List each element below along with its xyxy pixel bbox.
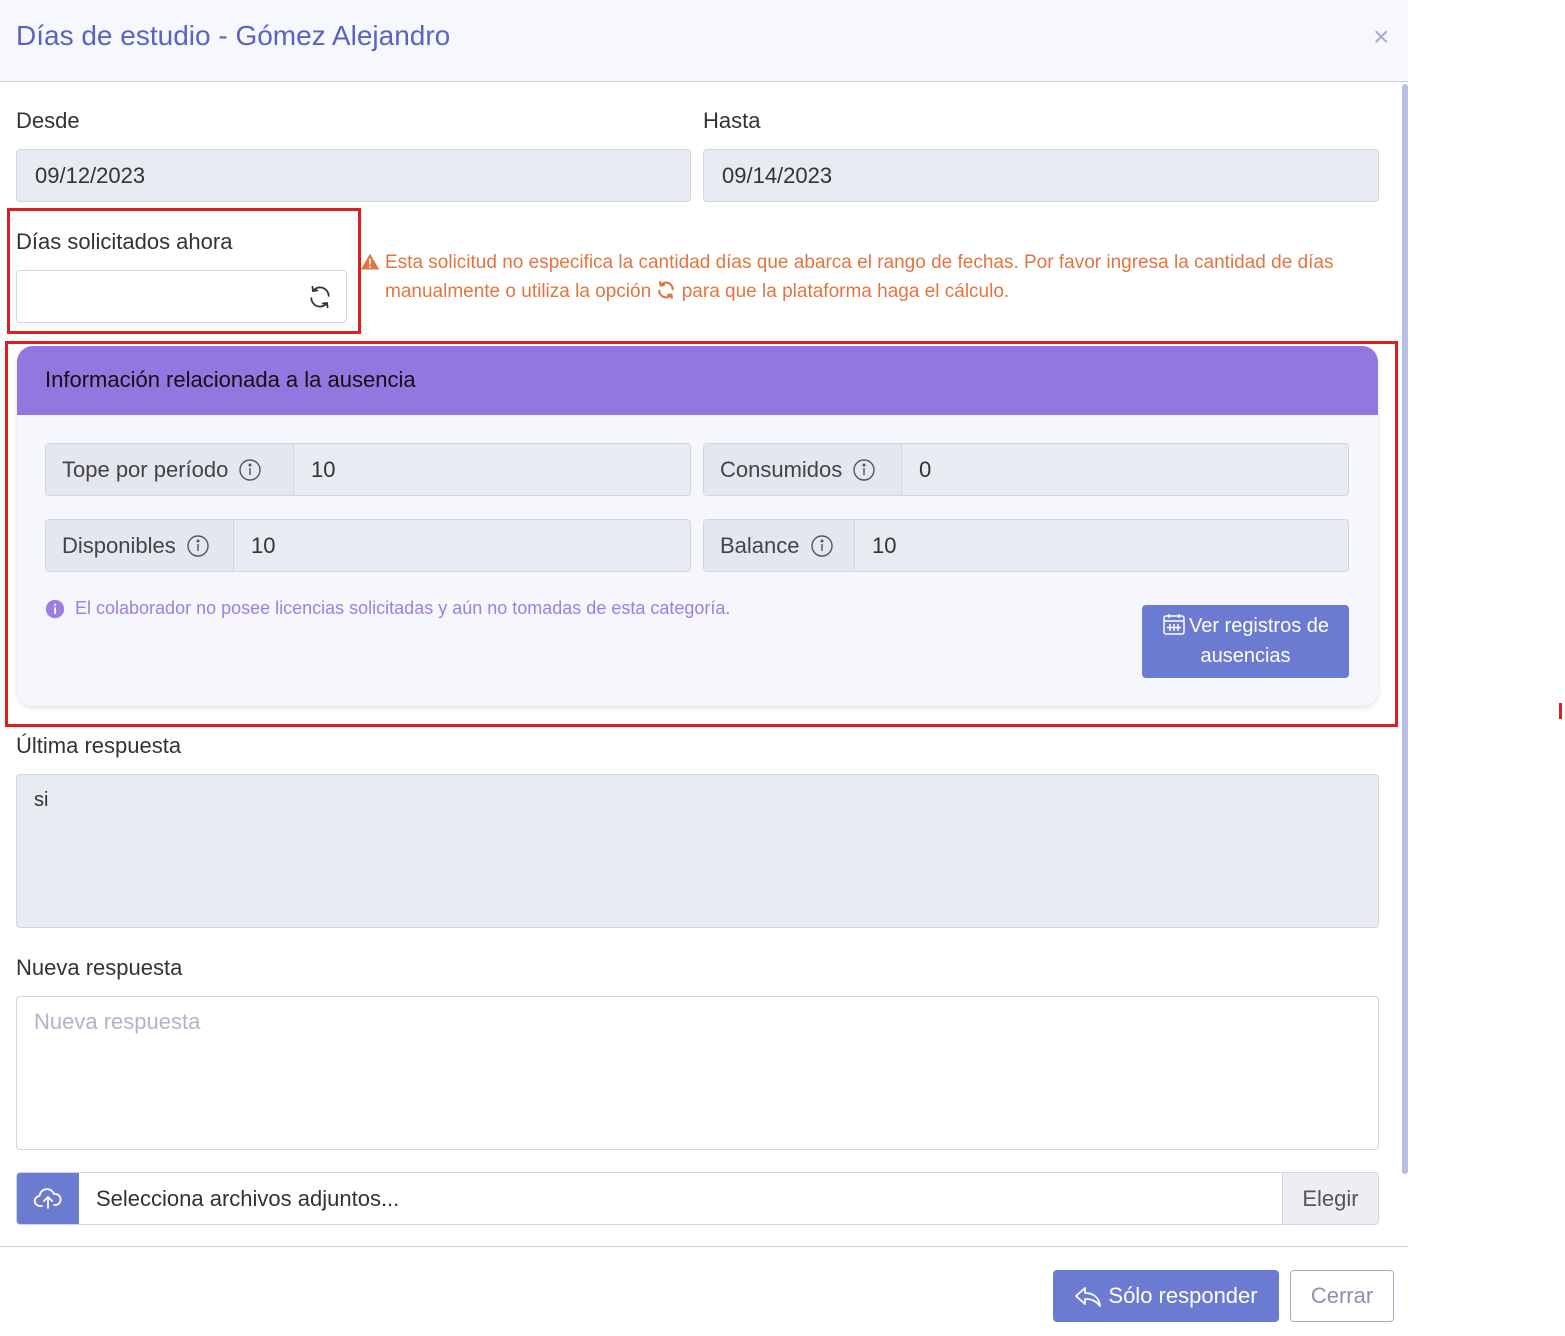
info-icon[interactable] bbox=[852, 458, 876, 482]
edge-marker bbox=[1559, 703, 1562, 719]
attachments-placeholder: Selecciona archivos adjuntos... bbox=[96, 1185, 400, 1211]
reply-only-button[interactable]: Sólo responder bbox=[1053, 1270, 1279, 1322]
modal-title: Días de estudio - Gómez Alejandro bbox=[16, 20, 451, 51]
stat-balance: Balance 10 bbox=[703, 519, 1349, 572]
info-icon[interactable] bbox=[186, 534, 210, 558]
absence-note-text: El colaborador no posee licencias solici… bbox=[75, 598, 731, 618]
to-date-field[interactable]: 09/14/2023 bbox=[703, 149, 1379, 202]
cloud-upload-icon bbox=[33, 1187, 62, 1209]
close-icon[interactable]: × bbox=[1373, 22, 1389, 52]
reply-only-label: Sólo responder bbox=[1108, 1283, 1258, 1308]
new-response-label: Nueva respuesta bbox=[16, 955, 183, 980]
stat-label: Balance bbox=[720, 532, 800, 558]
warning-icon bbox=[360, 253, 380, 270]
stat-consumidos: Consumidos 0 bbox=[703, 443, 1349, 496]
from-label: Desde bbox=[16, 108, 80, 133]
modal-scrollbar[interactable] bbox=[1402, 84, 1408, 1174]
info-filled-icon bbox=[45, 599, 65, 618]
info-icon[interactable] bbox=[810, 534, 834, 558]
stat-value: 10 bbox=[251, 532, 276, 558]
days-requested-input[interactable] bbox=[16, 270, 347, 323]
stat-disponibles: Disponibles 10 bbox=[45, 519, 691, 572]
calendar-icon bbox=[1163, 614, 1185, 635]
warning-text: Esta solicitud no especifica la cantidad… bbox=[385, 248, 1370, 306]
stat-value: 0 bbox=[919, 456, 932, 482]
stat-label: Disponibles bbox=[62, 532, 176, 558]
from-date-field[interactable]: 09/12/2023 bbox=[16, 149, 691, 202]
from-date-value: 09/12/2023 bbox=[35, 162, 146, 188]
attachments-field[interactable]: Selecciona archivos adjuntos... Elegir bbox=[16, 1172, 1379, 1225]
absence-modal: Días de estudio - Gómez Alejandro × Desd… bbox=[0, 0, 1408, 1336]
absence-info-title: Información relacionada a la ausencia bbox=[45, 367, 416, 392]
stat-label-box: Consumidos bbox=[704, 444, 902, 495]
absence-info-card: Información relacionada a la ausencia To… bbox=[17, 346, 1378, 706]
stat-value: 10 bbox=[872, 532, 897, 558]
stat-label-box: Disponibles bbox=[46, 520, 234, 571]
days-requested-label: Días solicitados ahora bbox=[16, 229, 233, 254]
info-icon[interactable] bbox=[238, 458, 262, 482]
reply-icon bbox=[1075, 1287, 1102, 1307]
stat-label-box: Balance bbox=[704, 520, 855, 571]
refresh-icon[interactable] bbox=[307, 284, 333, 310]
stat-label: Consumidos bbox=[720, 456, 843, 482]
view-records-label: Ver registros de ausencias bbox=[1188, 615, 1330, 667]
last-response-label: Última respuesta bbox=[16, 733, 182, 758]
last-response-value: si bbox=[34, 789, 49, 811]
to-label: Hasta bbox=[703, 108, 761, 133]
upload-button[interactable] bbox=[17, 1173, 79, 1224]
last-response-field: si bbox=[16, 774, 1379, 928]
absence-info-header: Información relacionada a la ausencia bbox=[17, 346, 1378, 415]
absence-note: El colaborador no posee licencias solici… bbox=[45, 598, 730, 619]
stat-label-box: Tope por período bbox=[46, 444, 294, 495]
inline-refresh-icon bbox=[658, 281, 675, 299]
view-absence-records-button[interactable]: Ver registros de ausencias bbox=[1142, 605, 1349, 678]
modal-header: Días de estudio - Gómez Alejandro × bbox=[0, 0, 1408, 82]
stat-tope-por-periodo: Tope por período 10 bbox=[45, 443, 691, 496]
to-date-value: 09/14/2023 bbox=[722, 162, 833, 188]
days-warning: Esta solicitud no especifica la cantidad… bbox=[360, 248, 1370, 306]
new-response-input[interactable] bbox=[16, 996, 1379, 1150]
stat-value: 10 bbox=[311, 456, 336, 482]
choose-file-button[interactable]: Elegir bbox=[1282, 1173, 1378, 1224]
stat-label: Tope por período bbox=[62, 456, 229, 482]
close-button[interactable]: Cerrar bbox=[1290, 1270, 1394, 1322]
warning-text-part2: para que la plataforma haga el cálculo. bbox=[681, 281, 1010, 302]
